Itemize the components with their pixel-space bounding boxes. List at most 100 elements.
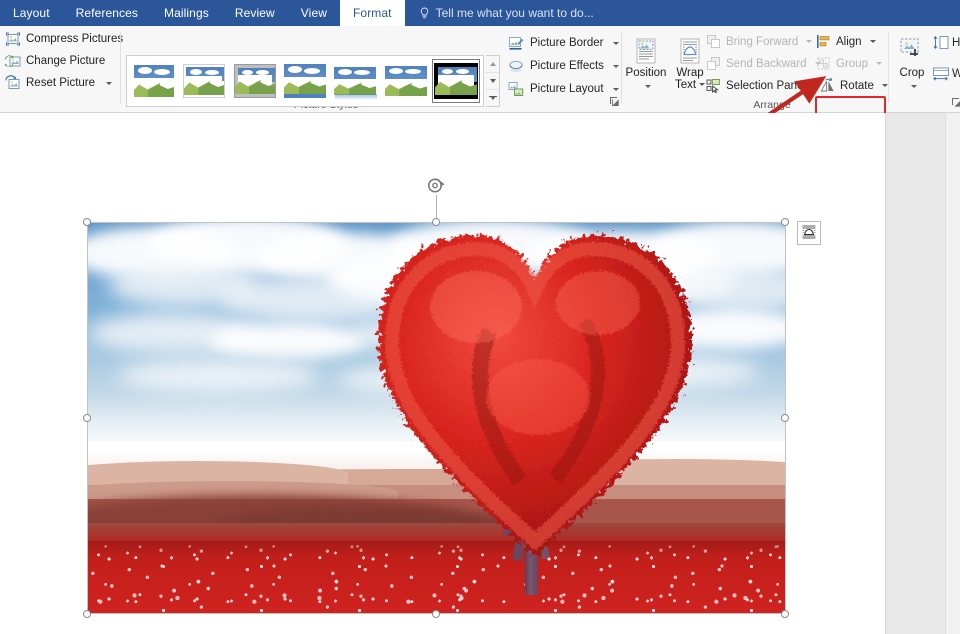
picture-layout-icon xyxy=(508,81,524,97)
bring-forward-label: Bring Forward xyxy=(726,35,799,48)
picture-style-2[interactable] xyxy=(181,60,227,102)
ribbon-tab-bar: Layout References Mailings Review View F… xyxy=(0,0,960,26)
picture-layout-button[interactable]: Picture Layout xyxy=(508,78,619,100)
crop-button[interactable]: Crop xyxy=(890,34,934,92)
tab-view[interactable]: View xyxy=(288,0,340,26)
wrap-text-icon xyxy=(675,36,705,66)
tab-label: Layout xyxy=(13,6,50,20)
picture-border-icon xyxy=(508,35,524,51)
heart-tree-picture[interactable] xyxy=(83,178,821,618)
tab-format[interactable]: Format xyxy=(340,0,405,26)
group-label: Group xyxy=(836,57,868,70)
group-icon xyxy=(816,56,831,71)
picture-styles-dialog-launcher[interactable] xyxy=(609,96,620,107)
position-dropdown[interactable] xyxy=(624,80,668,92)
resize-handle-top-left[interactable] xyxy=(83,218,91,226)
picture-layout-label: Picture Layout xyxy=(530,83,604,95)
selection-pane-label: Selection Pane xyxy=(726,79,804,92)
position-icon xyxy=(631,36,661,66)
chevron-down-icon[interactable] xyxy=(806,40,813,43)
rotation-anchor-handle[interactable] xyxy=(432,218,440,226)
picture-style-6[interactable] xyxy=(382,60,428,102)
resize-handle-top-right[interactable] xyxy=(781,218,789,226)
group-button[interactable]: Group xyxy=(816,53,882,74)
chevron-down-icon[interactable] xyxy=(881,84,888,87)
rotation-handle[interactable] xyxy=(426,175,446,195)
shape-width-field[interactable]: W xyxy=(932,66,960,81)
chevron-down-icon[interactable] xyxy=(869,40,876,43)
wrap-text-label-line1: Wrap xyxy=(676,67,704,79)
gallery-more-button[interactable] xyxy=(486,90,499,106)
chevron-down-icon[interactable] xyxy=(106,81,113,85)
crop-icon xyxy=(897,36,927,66)
resize-handle-bottom-left[interactable] xyxy=(83,610,91,618)
bring-forward-icon xyxy=(706,34,721,49)
align-button[interactable]: Align xyxy=(816,31,876,52)
tab-label: Format xyxy=(353,6,392,20)
tab-references[interactable]: References xyxy=(63,0,151,26)
shape-width-label: W xyxy=(952,67,960,80)
picture-style-1[interactable] xyxy=(131,60,177,102)
chevron-down-icon[interactable] xyxy=(875,62,882,65)
size-dialog-launcher[interactable] xyxy=(951,97,960,108)
position-label: Position xyxy=(625,67,667,79)
rotate-icon xyxy=(820,77,835,93)
lightbulb-icon xyxy=(419,7,430,20)
tab-layout[interactable]: Layout xyxy=(0,0,63,26)
resize-handle-bottom-center[interactable] xyxy=(432,610,440,618)
picture-effects-label: Picture Effects xyxy=(530,60,604,72)
send-backward-button[interactable]: Send Backward xyxy=(706,53,821,74)
vertical-scrollbar[interactable] xyxy=(945,113,960,634)
crop-dropdown[interactable] xyxy=(890,80,934,92)
chevron-down-icon[interactable] xyxy=(612,87,619,91)
scroll-up-icon xyxy=(489,62,496,66)
picture-style-7-selected[interactable] xyxy=(431,59,480,103)
wrap-text-label-line2: Text xyxy=(674,79,697,91)
chevron-down-icon[interactable] xyxy=(612,64,619,68)
resize-handle-middle-right[interactable] xyxy=(781,414,789,422)
picture-content xyxy=(88,223,785,613)
picture-border-label: Picture Border xyxy=(530,37,604,49)
layout-options-button[interactable] xyxy=(797,221,821,245)
change-picture-button[interactable]: Change Picture xyxy=(2,51,108,71)
selection-pane-button[interactable]: Selection Pane xyxy=(706,75,803,96)
ribbon: Compress Pictures Change Picture Reset P… xyxy=(0,26,960,118)
shape-height-icon xyxy=(932,35,949,50)
picture-border-button[interactable]: Picture Border xyxy=(508,32,619,54)
tab-mailings[interactable]: Mailings xyxy=(151,0,222,26)
rotate-label: Rotate xyxy=(840,79,874,92)
position-button[interactable]: Position xyxy=(624,34,668,92)
more-styles-icon xyxy=(488,96,497,100)
picture-style-3[interactable] xyxy=(232,60,278,102)
tell-me-box[interactable]: Tell me what you want to do... xyxy=(405,0,594,26)
send-backward-label: Send Backward xyxy=(726,57,807,70)
picture-style-5[interactable] xyxy=(332,60,378,102)
layout-options-icon xyxy=(801,224,817,243)
resize-handle-bottom-right[interactable] xyxy=(781,610,789,618)
scroll-down-icon xyxy=(489,79,496,83)
shape-height-field[interactable]: H xyxy=(932,35,960,50)
tab-label: Mailings xyxy=(164,6,209,20)
gallery-scroll-up-button[interactable] xyxy=(486,56,499,73)
group-separator xyxy=(888,31,889,103)
resize-handle-middle-left[interactable] xyxy=(83,414,91,422)
compress-pictures-button[interactable]: Compress Pictures xyxy=(2,29,126,49)
reset-picture-button[interactable]: Reset Picture xyxy=(2,73,115,93)
rotate-button[interactable]: Rotate xyxy=(820,75,888,96)
picture-style-4[interactable] xyxy=(282,60,328,102)
bring-forward-button[interactable]: Bring Forward xyxy=(706,31,813,52)
picture-styles-gallery[interactable] xyxy=(126,55,484,107)
crop-label: Crop xyxy=(899,67,925,79)
gallery-scroll-controls[interactable] xyxy=(486,55,500,107)
tab-review[interactable]: Review xyxy=(222,0,288,26)
gallery-scroll-down-button[interactable] xyxy=(486,73,499,90)
tab-label: Review xyxy=(234,6,275,20)
chevron-down-icon[interactable] xyxy=(612,41,619,45)
tab-label: References xyxy=(75,6,139,20)
shape-width-icon xyxy=(932,66,949,81)
chevron-down-icon[interactable] xyxy=(699,83,706,87)
align-label: Align xyxy=(836,35,862,48)
picture-effects-button[interactable]: Picture Effects xyxy=(508,55,619,77)
heart-canopy xyxy=(370,223,700,571)
shape-height-label: H xyxy=(952,36,960,49)
